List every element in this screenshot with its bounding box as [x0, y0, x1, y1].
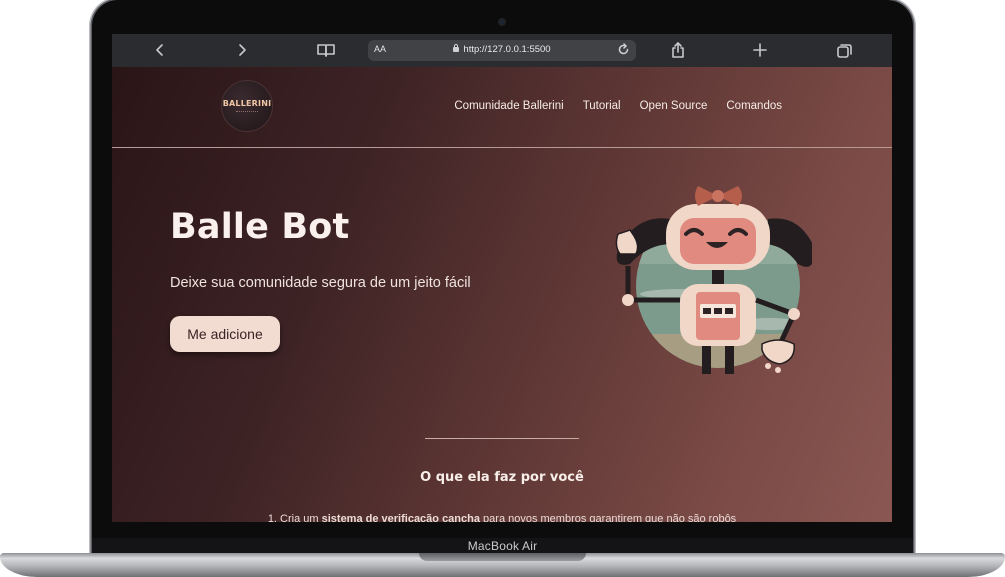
base-notch [419, 553, 586, 561]
logo-text: BALLERINI [222, 99, 272, 108]
reload-icon[interactable] [617, 43, 630, 61]
lock-icon [453, 44, 460, 52]
nav-link-comandos[interactable]: Comandos [726, 100, 782, 112]
plus-icon[interactable] [752, 41, 768, 59]
screen: AA http://127.0.0.1:5500 BALLERINI Comun… [112, 34, 892, 522]
tabs-icon[interactable] [836, 41, 852, 59]
feature-item-1-suffix: para novos membros garantirem que não sã… [479, 513, 737, 522]
main-nav: Comunidade Ballerini Tutorial Open Sourc… [454, 100, 782, 112]
url-field[interactable]: http://127.0.0.1:5500 [368, 44, 636, 55]
share-icon[interactable] [670, 41, 686, 59]
hero-subtitle: Deixe sua comunidade segura de um jeito … [170, 275, 471, 291]
camera [499, 19, 505, 25]
forward-icon[interactable] [234, 41, 250, 59]
address-bar[interactable]: AA http://127.0.0.1:5500 [368, 40, 636, 61]
logo-underline [236, 111, 258, 113]
nav-link-open-source[interactable]: Open Source [640, 100, 708, 112]
nav-link-tutorial[interactable]: Tutorial [583, 100, 621, 112]
section-divider [425, 438, 579, 439]
feature-item-1-bold: sistema de verificação cancha [321, 513, 480, 522]
add-bot-button[interactable]: Me adicione [170, 316, 280, 352]
back-icon[interactable] [152, 41, 168, 59]
nav-link-comunidade[interactable]: Comunidade Ballerini [454, 100, 563, 112]
book-icon[interactable] [317, 41, 335, 59]
header-divider [112, 147, 892, 148]
feature-item-1-prefix: 1. Cria um [267, 513, 322, 522]
section-title: O que ela faz por você [420, 470, 584, 485]
hero-title: Balle Bot [170, 207, 350, 247]
browser-toolbar: AA http://127.0.0.1:5500 [112, 34, 892, 67]
website: BALLERINI Comunidade Ballerini Tutorial … [112, 67, 892, 522]
logo[interactable]: BALLERINI [222, 81, 272, 131]
model-label: MacBook Air [467, 539, 538, 553]
robot-illustration [615, 186, 812, 374]
url-text: http://127.0.0.1:5500 [463, 44, 551, 55]
feature-item-1: 1. Cria um sistema de verificação cancha… [112, 513, 892, 522]
